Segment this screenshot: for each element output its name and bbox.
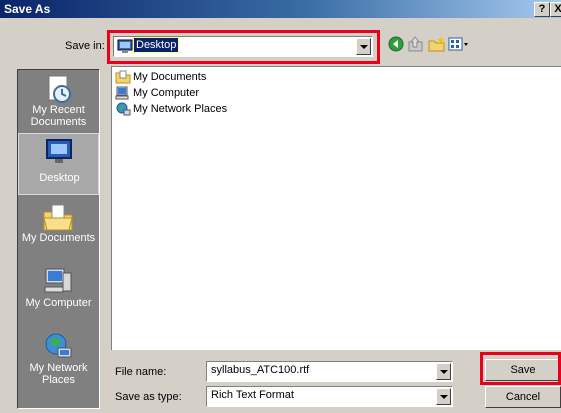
place-label: Desktop (39, 172, 80, 184)
file-name: My Network Places (133, 103, 228, 115)
place-my-network-places[interactable]: My Network Places (18, 328, 99, 390)
file-name-value: syllabus_ATC100.rtf (211, 364, 310, 376)
title-bar[interactable]: Save As ? X (0, 0, 561, 18)
help-button[interactable]: ? (534, 2, 550, 17)
chevron-down-icon[interactable] (436, 388, 451, 405)
my-documents-icon (43, 204, 73, 231)
window-title: Save As (4, 2, 51, 16)
place-label: My Documents (21, 232, 96, 244)
cancel-button[interactable]: Cancel (485, 386, 561, 408)
back-icon[interactable] (387, 35, 405, 53)
save-in-highlight (107, 30, 380, 64)
network-icon (116, 102, 131, 116)
place-my-computer[interactable]: My Computer (18, 263, 99, 325)
new-folder-icon[interactable] (428, 35, 446, 53)
file-list[interactable]: My Documents My Computer My Network Plac… (111, 66, 561, 350)
place-label: My Network Places (29, 362, 88, 386)
desktop-icon (46, 139, 72, 163)
chevron-down-icon[interactable] (436, 363, 451, 380)
recent-documents-icon (48, 75, 71, 103)
save-in-label: Save in: (65, 40, 105, 52)
computer-icon (115, 86, 129, 100)
place-desktop[interactable]: Desktop (18, 133, 99, 195)
folder-documents-icon (115, 70, 131, 84)
save-as-type-label: Save as type: (115, 391, 182, 403)
save-as-type-value: Rich Text Format (211, 389, 294, 401)
place-label: My Computer (25, 297, 92, 309)
place-label: My Recent Documents (30, 104, 87, 128)
views-menu-icon[interactable] (447, 35, 471, 53)
file-name: My Documents (133, 71, 207, 83)
my-computer-icon (44, 268, 72, 293)
save-button-highlight (480, 352, 561, 385)
file-name: My Computer (133, 87, 200, 99)
up-folder-icon[interactable] (407, 35, 425, 53)
network-places-icon (45, 333, 72, 358)
place-my-recent-documents[interactable]: My Recent Documents (18, 70, 99, 132)
file-name-field[interactable]: syllabus_ATC100.rtf (206, 361, 453, 382)
save-as-type-dropdown[interactable]: Rich Text Format (206, 386, 453, 407)
close-button[interactable]: X (550, 2, 561, 17)
place-my-documents[interactable]: My Documents (18, 198, 99, 260)
places-bar: My Recent Documents Desktop My Documents… (17, 69, 100, 409)
file-name-label: File name: (115, 366, 167, 378)
